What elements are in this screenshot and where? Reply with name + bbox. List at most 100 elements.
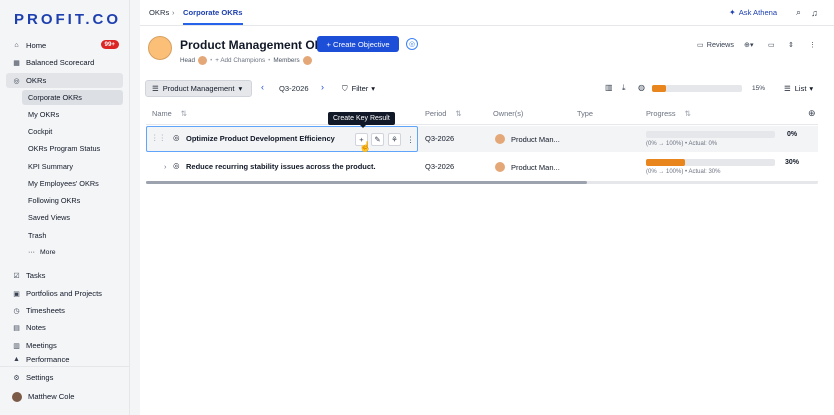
row-progress-pct: 30%: [785, 159, 800, 166]
sidebar-user-profile[interactable]: Matthew Cole: [6, 389, 123, 404]
sparkle-icon: ✦: [729, 8, 736, 17]
download-icon[interactable]: ⤓: [622, 83, 626, 93]
head-label: Head: [180, 57, 196, 64]
breadcrumb-separator: ›: [172, 8, 175, 17]
members-avatar[interactable]: [302, 56, 312, 65]
filter-label: Filter: [351, 84, 369, 93]
sidebar-item-label: Tasks: [26, 271, 46, 280]
next-period-icon[interactable]: ›: [321, 82, 324, 92]
okr-group-avatar: [148, 36, 172, 60]
user-name: Matthew Cole: [28, 392, 75, 401]
align-icon[interactable]: ⚘: [388, 133, 401, 146]
add-champions-link[interactable]: + Add Champions: [215, 57, 265, 64]
edit-icon[interactable]: ✎: [371, 133, 384, 146]
reviews-button[interactable]: ▭ Reviews: [697, 40, 734, 49]
sidebar-item-meetings[interactable]: ▥ Meetings: [6, 338, 123, 353]
search-icon[interactable]: ⌕: [793, 7, 804, 18]
performance-icon: ▲: [13, 356, 20, 363]
filter-button[interactable]: ⛉ Filter ▾: [336, 80, 384, 97]
create-objective-button[interactable]: + Create Objective: [317, 36, 399, 52]
sidebar: PROFIT.CO ⌂ Home 99+ ▦ Balanced Scorecar…: [0, 0, 130, 415]
sidebar-item-timesheets[interactable]: ◷ Timesheets: [6, 303, 123, 318]
sidebar-item-performance[interactable]: ▲ Performance: [6, 355, 123, 364]
sidebar-item-label: Portfolios and Projects: [26, 289, 102, 298]
sidebar-sub-my-okrs[interactable]: My OKRs: [22, 107, 123, 122]
sidebar-item-balanced-scorecard[interactable]: ▦ Balanced Scorecard: [6, 55, 123, 70]
sidebar-item-okrs[interactable]: ◎ OKRs: [6, 73, 123, 88]
expand-chevron-icon[interactable]: ›: [164, 162, 167, 171]
column-header-period[interactable]: Period ⇅: [425, 104, 462, 122]
period-value[interactable]: Q3-2026: [279, 84, 309, 93]
column-header-progress[interactable]: Progress ⇅: [646, 104, 691, 122]
row-owner[interactable]: Product Man...: [495, 134, 560, 144]
row-owner[interactable]: Product Man...: [495, 162, 560, 172]
sidebar-item-label: OKRs: [26, 76, 47, 85]
breadcrumb-corporate-okrs[interactable]: Corporate OKRs: [183, 8, 243, 25]
column-header-name[interactable]: Name ⇅: [152, 104, 187, 122]
sidebar-sub-following-okrs[interactable]: Following OKRs: [22, 193, 123, 208]
sidebar-sub-trash[interactable]: Trash: [22, 228, 123, 243]
view-value: List: [794, 84, 807, 93]
objective-name[interactable]: Optimize Product Development Efficiency: [186, 134, 335, 143]
create-key-result-tooltip: Create Key Result: [328, 112, 395, 128]
reviews-icon: ▭: [697, 40, 704, 49]
horizontal-scrollbar[interactable]: [146, 181, 818, 184]
group-options-icon[interactable]: ◎: [406, 38, 418, 50]
sidebar-item-label: Performance: [26, 355, 70, 364]
portfolio-icon: ▣: [13, 290, 20, 298]
breadcrumb-okrs[interactable]: OKRs: [149, 8, 169, 17]
sidebar-sub-my-employees-okrs[interactable]: My Employees' OKRs: [22, 176, 123, 191]
top-bar: OKRs › Corporate OKRs ✦ Ask Athena ⌕ ♫: [140, 0, 834, 26]
present-icon[interactable]: ▭: [768, 40, 775, 49]
department-select[interactable]: ☰ Product Management ▾: [145, 80, 252, 97]
sidebar-item-settings[interactable]: ⚙ Settings: [6, 370, 123, 385]
expand-icon[interactable]: ⇕: [788, 40, 794, 49]
sidebar-item-home[interactable]: ⌂ Home 99+: [6, 38, 123, 53]
add-column-icon[interactable]: ⊕: [808, 108, 816, 119]
sidebar-sub-corporate-okrs[interactable]: Corporate OKRs: [22, 90, 123, 105]
chevron-down-icon: ▾: [809, 84, 814, 93]
owner-avatar: [495, 162, 505, 172]
more-dots-icon: ···: [28, 249, 35, 256]
chart-icon[interactable]: ▥: [605, 83, 613, 92]
sidebar-divider: [0, 366, 130, 367]
main-content: OKRs › Corporate OKRs ✦ Ask Athena ⌕ ♫ P…: [140, 0, 834, 415]
row-progress-note: (0% → 100%) • Actual: 0%: [646, 141, 718, 147]
clock-icon: ◷: [13, 307, 20, 315]
list-icon: ☰: [152, 84, 159, 93]
sidebar-item-portfolios[interactable]: ▣ Portfolios and Projects: [6, 286, 123, 301]
sidebar-sub-saved-views[interactable]: Saved Views: [22, 210, 123, 225]
bell-icon[interactable]: ♫: [809, 7, 820, 18]
palette-icon[interactable]: ◍: [638, 83, 645, 92]
overall-progress-pct: 15%: [752, 85, 766, 92]
reviews-label: Reviews: [706, 40, 734, 49]
more-options-icon[interactable]: ⋮: [809, 40, 816, 49]
target-icon: ◎: [13, 77, 20, 85]
add-menu-icon[interactable]: ⊕▾: [744, 40, 754, 49]
sidebar-sub-kpi-summary[interactable]: KPI Summary: [22, 159, 123, 174]
drag-handle-icon[interactable]: ⋮⋮: [151, 133, 166, 142]
sidebar-sub-program-status[interactable]: OKRs Program Status: [22, 141, 123, 156]
objective-name[interactable]: Reduce recurring stability issues across…: [186, 162, 376, 171]
row-more-icon[interactable]: ⋮: [404, 133, 417, 146]
chevron-down-icon: ▾: [371, 84, 376, 93]
head-avatar[interactable]: [198, 56, 208, 65]
department-value: Product Management: [162, 84, 235, 93]
row-progress-bar: [646, 159, 775, 166]
sidebar-item-notes[interactable]: ▤ Notes: [6, 320, 123, 335]
prev-period-icon[interactable]: ‹: [261, 82, 264, 92]
header-meta: Head • + Add Champions • Members: [180, 56, 312, 65]
column-label: Progress: [646, 108, 676, 118]
scrollbar-thumb[interactable]: [146, 181, 587, 184]
brand-logo[interactable]: PROFIT.CO: [14, 11, 121, 28]
ask-athena-button[interactable]: ✦ Ask Athena: [729, 8, 777, 17]
chevron-down-icon: ▾: [238, 84, 243, 93]
row-period: Q3-2026: [425, 162, 455, 171]
meetings-icon: ▥: [13, 342, 20, 350]
sidebar-more-button[interactable]: ··· More: [22, 245, 123, 260]
sidebar-sub-cockpit[interactable]: Cockpit: [22, 124, 123, 139]
sidebar-item-tasks[interactable]: ☑ Tasks: [6, 268, 123, 283]
view-select[interactable]: ☰ List ▾: [778, 80, 822, 97]
column-header-owner[interactable]: Owner(s): [493, 104, 523, 122]
column-header-type[interactable]: Type: [577, 104, 593, 122]
